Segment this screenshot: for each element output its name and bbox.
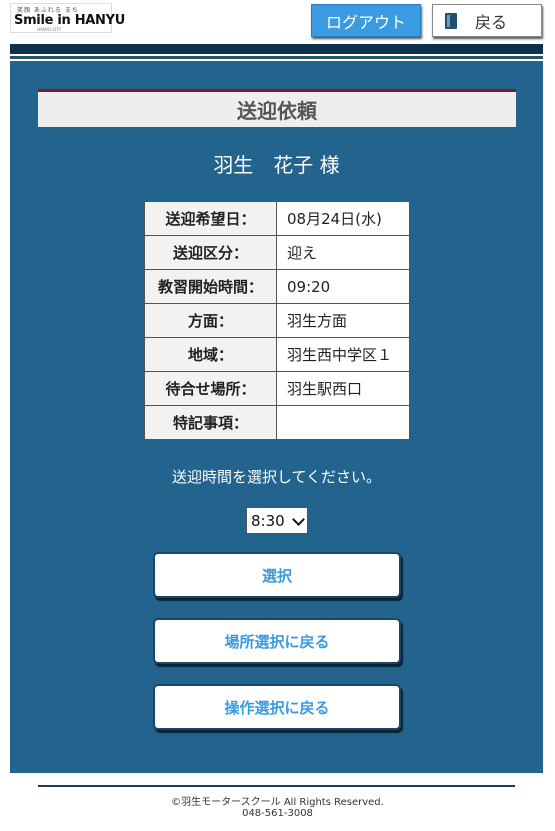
logout-label: ログアウト: [325, 12, 406, 32]
chevron-down-icon: [292, 513, 305, 526]
logout-button[interactable]: ログアウト: [311, 4, 421, 37]
back-label: 戻る: [475, 12, 508, 32]
table-row: 待合せ場所： 羽生駅西口: [144, 371, 410, 406]
back-button[interactable]: 戻る: [432, 4, 542, 37]
detail-key: 教習開始時間：: [144, 269, 277, 304]
detail-key: 方面：: [144, 303, 277, 338]
logo-text: Smile in HANYU: [14, 13, 125, 28]
detail-key: 送迎希望日：: [144, 201, 277, 236]
time-select-prompt: 送迎時間を選択してください。: [171, 468, 382, 486]
page-title: 送迎依頼: [38, 89, 516, 127]
table-row: 特記事項：: [144, 405, 410, 440]
back-to-place-button[interactable]: 場所選択に戻る: [153, 618, 401, 664]
pickup-time-value: 8:30: [251, 511, 285, 530]
detail-value: 羽生西中学区１: [276, 337, 410, 372]
table-row: 地域： 羽生西中学区１: [144, 337, 410, 372]
footer-divider: [38, 785, 515, 787]
site-logo[interactable]: 笑顔 あふれる まち Smile in HANYU HANYU CITY: [10, 3, 125, 33]
detail-value: 09:20: [276, 269, 410, 304]
detail-value: 羽生方面: [276, 303, 410, 338]
table-row: 方面： 羽生方面: [144, 303, 410, 338]
header-divider-thin: [10, 56, 543, 59]
main-panel: 送迎依頼 羽生 花子 様 送迎希望日： 08月24日(水) 送迎区分： 迎え 教…: [10, 61, 543, 773]
footer-copyright: ©羽生モータースクール All Rights Reserved.: [171, 797, 384, 808]
back-to-operation-label: 操作選択に戻る: [224, 698, 330, 717]
customer-name: 羽生 花子 様: [213, 153, 340, 177]
detail-value: 羽生駅西口: [276, 371, 410, 406]
footer-phone: 048-561-3008: [242, 808, 313, 819]
table-row: 教習開始時間： 09:20: [144, 269, 410, 304]
select-button-label: 選択: [261, 566, 292, 585]
header: 笑顔 あふれる まち Smile in HANYU HANYU CITY ログア…: [0, 0, 555, 44]
detail-value: 迎え: [276, 235, 410, 270]
detail-value: [276, 405, 410, 440]
request-details-table: 送迎希望日： 08月24日(水) 送迎区分： 迎え 教習開始時間： 09:20 …: [144, 201, 410, 440]
detail-key: 地域：: [144, 337, 277, 372]
page-title-text: 送迎依頼: [237, 99, 317, 123]
header-divider: [10, 44, 543, 54]
back-to-operation-button[interactable]: 操作選択に戻る: [153, 684, 401, 730]
detail-key: 待合せ場所：: [144, 371, 277, 406]
logo-tagline: HANYU CITY: [37, 27, 62, 32]
select-button[interactable]: 選択: [153, 552, 401, 598]
book-icon: [445, 12, 457, 29]
detail-key: 送迎区分：: [144, 235, 277, 270]
detail-value: 08月24日(水): [276, 201, 410, 236]
detail-key: 特記事項：: [144, 405, 277, 440]
pickup-time-select[interactable]: 8:30: [246, 507, 308, 534]
back-to-place-label: 場所選択に戻る: [224, 632, 330, 651]
table-row: 送迎希望日： 08月24日(水): [144, 201, 410, 236]
table-row: 送迎区分： 迎え: [144, 235, 410, 270]
